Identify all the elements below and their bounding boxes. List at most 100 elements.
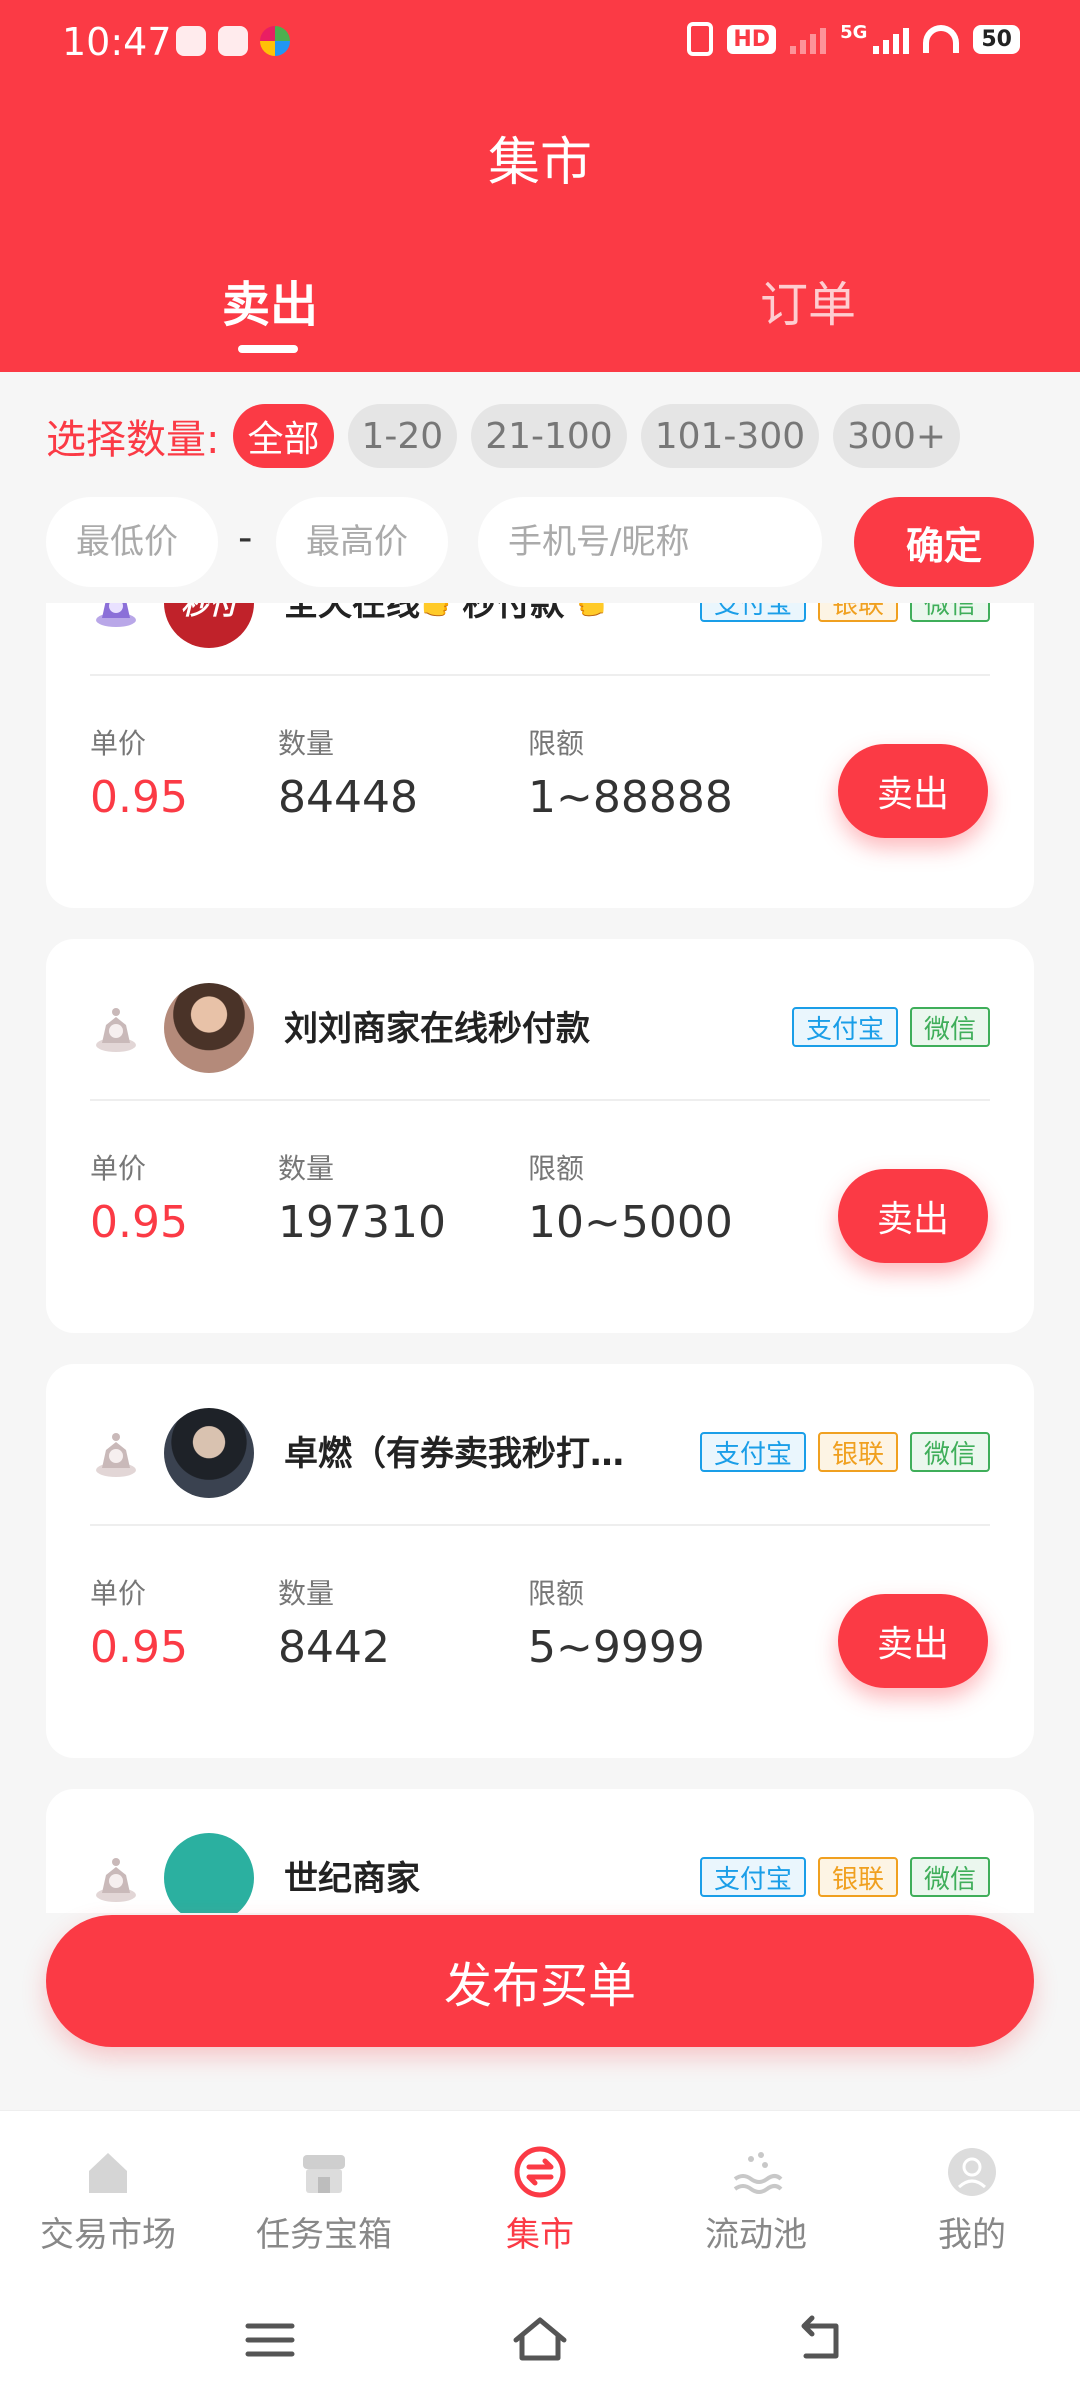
merchant-name: 刘刘商家在线秒付款 — [284, 1009, 590, 1049]
card-divider — [90, 674, 990, 676]
status-time: 10:47 — [62, 20, 172, 64]
tab-orders[interactable]: 订单 — [760, 265, 856, 335]
menu-icon[interactable] — [240, 2310, 300, 2370]
header: 10:47 HD 5G 50 集市 卖出 订单 — [0, 0, 1080, 372]
signal-2-icon — [873, 24, 910, 54]
price-label: 单价 — [90, 1152, 147, 1185]
price-filter: - 确定 — [46, 497, 1034, 587]
price-separator: - — [238, 515, 253, 561]
battery-icon: 50 — [973, 24, 1020, 54]
price-value: 0.95 — [90, 1622, 188, 1673]
active-tab-indicator — [238, 345, 298, 353]
merchant-card: 卓燃（有券卖我秒打… 支付宝 银联 微信 单价 数量 限额 0.95 8442 … — [46, 1364, 1034, 1758]
back-icon[interactable] — [790, 2310, 850, 2370]
quantity-chip-21-100[interactable]: 21-100 — [471, 404, 627, 468]
tag-wechat: 微信 — [909, 1432, 990, 1472]
payment-tags: 支付宝 银联 微信 — [699, 1857, 990, 1897]
limit-value: 10~5000 — [528, 1197, 733, 1248]
payment-tags: 支付宝 银联 微信 — [699, 603, 990, 622]
signal-1-icon — [790, 24, 827, 54]
exchange-icon — [514, 2146, 566, 2198]
silver-gem-icon — [96, 1008, 136, 1052]
price-value: 0.95 — [90, 1197, 188, 1248]
nav-label: 流动池 — [705, 2215, 807, 2255]
status-bar: 10:47 HD 5G 50 — [0, 0, 1080, 88]
home-icon — [89, 2153, 127, 2193]
price-label: 单价 — [90, 727, 147, 760]
quantity-chip-300-plus[interactable]: 300+ — [833, 404, 961, 468]
card-divider — [90, 1099, 990, 1101]
nav-item-liquidity-pool[interactable]: 流动池 — [648, 2111, 864, 2270]
home-nav-icon[interactable] — [510, 2310, 570, 2370]
purple-gem-icon — [96, 603, 136, 627]
status-system-icons: HD 5G 50 — [687, 22, 1020, 56]
publish-area: 发布买单 — [0, 1913, 1080, 2110]
quantity-value: 84448 — [278, 772, 418, 823]
nav-label: 集市 — [506, 2215, 574, 2255]
max-price-input[interactable] — [276, 497, 448, 587]
price-label: 单价 — [90, 1577, 147, 1610]
limit-value: 5~9999 — [528, 1622, 705, 1673]
nav-label: 任务宝箱 — [256, 2215, 392, 2255]
nav-item-market[interactable]: 集市 — [432, 2111, 648, 2270]
tag-unionpay: 银联 — [817, 1432, 898, 1472]
limit-label: 限额 — [528, 727, 585, 760]
nav-item-trade-market[interactable]: 交易市场 — [0, 2111, 216, 2270]
price-value: 0.95 — [90, 772, 188, 823]
tab-sell[interactable]: 卖出 — [222, 265, 318, 335]
merchant-avatar[interactable]: 秒付 — [164, 603, 254, 648]
status-notification-icons — [176, 26, 290, 56]
merchant-list[interactable]: 秒付 全天在线👉秒付款👈 支付宝 银联 微信 单价 数量 限额 0.95 844… — [0, 603, 1080, 1913]
tag-wechat: 微信 — [909, 1007, 990, 1047]
merchant-name: 卓燃（有券卖我秒打… — [284, 1434, 624, 1474]
limit-value: 1~88888 — [528, 772, 733, 823]
bottom-nav: 交易市场 任务宝箱 集市 流动池 我的 — [0, 2110, 1080, 2270]
quantity-chip-101-300[interactable]: 101-300 — [640, 404, 820, 468]
tag-wechat: 微信 — [909, 1857, 990, 1897]
merchant-name: 全天在线👉秒付款👈 — [284, 603, 607, 624]
store-icon — [303, 2155, 345, 2193]
sell-button[interactable]: 卖出 — [838, 1594, 988, 1688]
sell-button[interactable]: 卖出 — [838, 1169, 988, 1263]
quantity-filter-label: 选择数量: — [46, 417, 220, 463]
pool-icon — [733, 2152, 783, 2194]
tag-alipay: 支付宝 — [699, 1432, 806, 1472]
confirm-button[interactable]: 确定 — [854, 497, 1034, 587]
tag-wechat: 微信 — [909, 603, 990, 622]
merchant-avatar[interactable] — [164, 1408, 254, 1498]
vibrate-icon — [687, 22, 714, 56]
profile-icon — [948, 2148, 996, 2196]
sell-button[interactable]: 卖出 — [838, 744, 988, 838]
merchant-card: 秒付 全天在线👉秒付款👈 支付宝 银联 微信 单价 数量 限额 0.95 844… — [46, 603, 1034, 908]
nav-item-mine[interactable]: 我的 — [864, 2111, 1080, 2270]
nav-label: 交易市场 — [40, 2215, 176, 2255]
quantity-label: 数量 — [278, 1152, 335, 1185]
payment-tags: 支付宝 银联 微信 — [699, 1432, 990, 1472]
network-type: 5G — [840, 22, 868, 43]
publish-buy-order-button[interactable]: 发布买单 — [46, 1915, 1034, 2047]
merchant-avatar[interactable] — [164, 1833, 254, 1913]
payment-tags: 支付宝 微信 — [791, 1007, 990, 1047]
nav-item-task-chest[interactable]: 任务宝箱 — [216, 2111, 432, 2270]
tag-alipay: 支付宝 — [699, 1857, 806, 1897]
nav-label: 我的 — [938, 2215, 1006, 2255]
quantity-value: 197310 — [278, 1197, 446, 1248]
card-divider — [90, 1524, 990, 1526]
phone-nickname-input[interactable] — [478, 497, 822, 587]
app-notification-icon — [260, 26, 290, 56]
silver-gem-icon — [96, 1858, 136, 1902]
quantity-label: 数量 — [278, 1577, 335, 1610]
merchant-name: 世纪商家 — [284, 1859, 420, 1899]
wifi-icon — [923, 25, 960, 53]
system-nav-bar — [0, 2270, 1080, 2408]
hd-icon: HD — [727, 24, 777, 54]
quantity-chip-all[interactable]: 全部 — [233, 404, 334, 468]
page-title: 集市 — [487, 133, 592, 193]
min-price-input[interactable] — [46, 497, 218, 587]
tag-alipay: 支付宝 — [699, 603, 806, 622]
tag-unionpay: 银联 — [817, 603, 898, 622]
quantity-value: 8442 — [278, 1622, 390, 1673]
quantity-chip-1-20[interactable]: 1-20 — [347, 404, 458, 468]
merchant-card: 世纪商家 支付宝 银联 微信 — [46, 1789, 1034, 1913]
merchant-avatar[interactable] — [164, 983, 254, 1073]
